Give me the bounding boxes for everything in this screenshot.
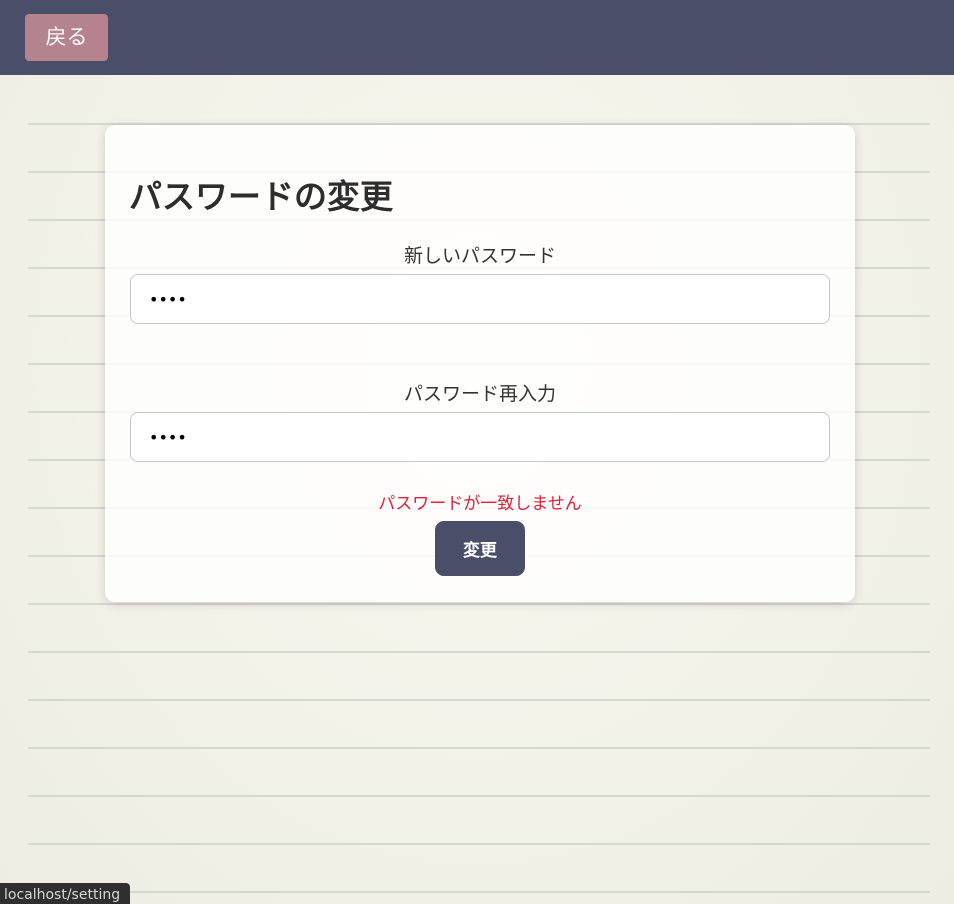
top-bar: 戻る (0, 0, 954, 75)
password-change-card: パスワードの変更 新しいパスワード パスワード再入力 パスワードが一致しません … (105, 125, 855, 602)
password-mismatch-error: パスワードが一致しません (378, 494, 582, 514)
change-password-button[interactable]: 変更 (435, 521, 525, 576)
page-title: パスワードの変更 (129, 177, 393, 216)
status-bar-url: localhost/setting (0, 883, 131, 904)
confirm-password-input[interactable] (130, 412, 830, 462)
new-password-input[interactable] (130, 274, 830, 324)
new-password-label: 新しいパスワード (403, 245, 556, 267)
confirm-password-label: パスワード再入力 (403, 383, 556, 405)
back-button[interactable]: 戻る (25, 14, 108, 61)
